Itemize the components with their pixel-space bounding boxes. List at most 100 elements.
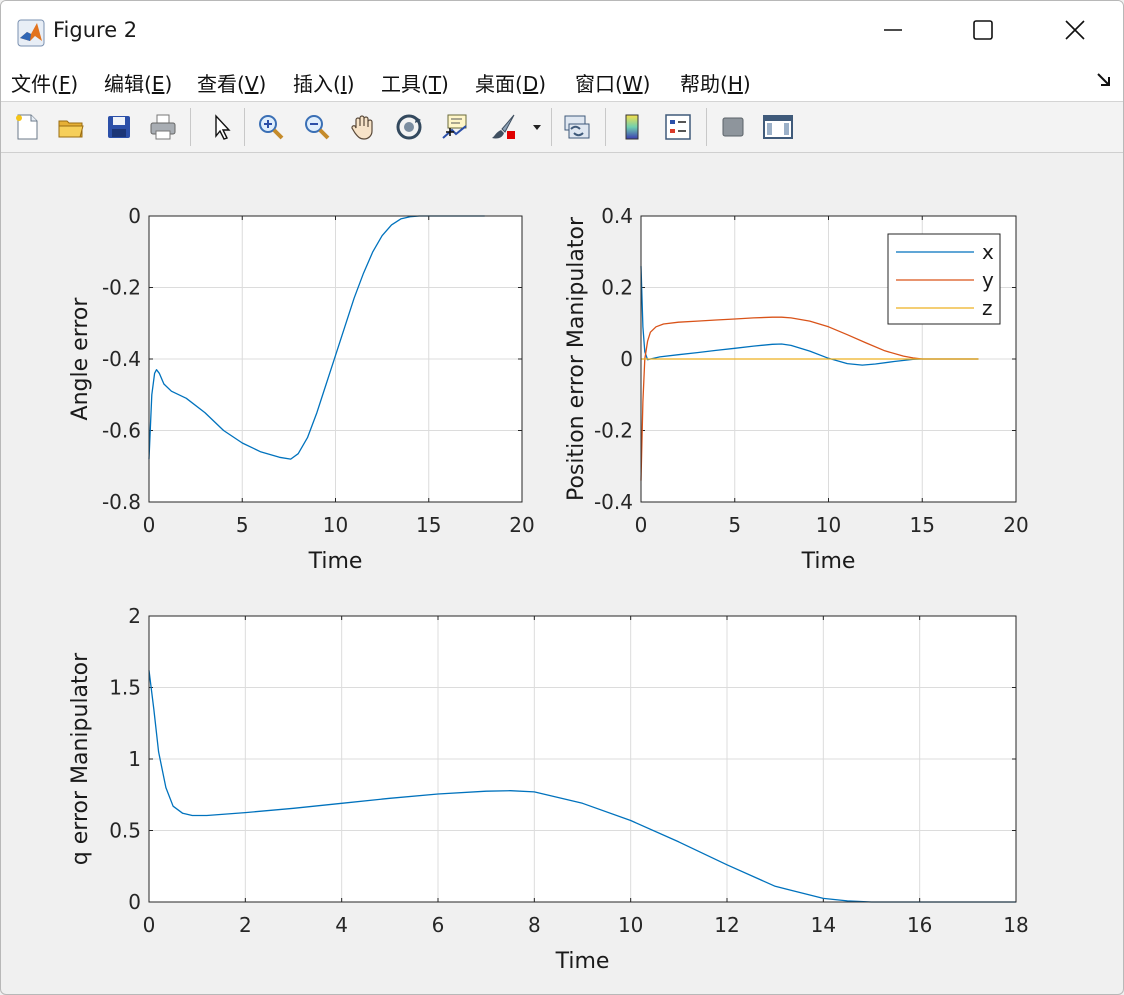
x-axis-label: Time	[801, 549, 856, 574]
menu-insert[interactable]: 插入(I)	[293, 66, 355, 99]
y-axis-label: q error Manipulator	[68, 652, 93, 865]
menu-edit[interactable]: 编辑(E)	[104, 66, 172, 99]
close-icon	[1065, 20, 1085, 40]
y-tick-label: 1	[128, 747, 141, 771]
show-plot-tools-button[interactable]	[760, 109, 796, 145]
hide-plot-tools-icon	[722, 117, 744, 137]
print-icon	[150, 114, 176, 140]
close-button[interactable]	[1029, 1, 1121, 59]
menu-desktop[interactable]: 桌面(D)	[475, 66, 546, 99]
y-tick-label: 0.4	[601, 204, 633, 228]
rotate-button[interactable]	[391, 109, 427, 145]
matlab-logo-icon	[17, 19, 45, 47]
legend-label-x: x	[982, 240, 994, 264]
y-tick-label: -0.6	[102, 419, 141, 443]
x-tick-label: 12	[714, 913, 739, 937]
x-tick-label: 5	[236, 513, 249, 537]
rotate-3d-icon	[396, 114, 422, 140]
edit-plot-button[interactable]	[203, 109, 239, 145]
menu-window[interactable]: 窗口(W)	[575, 66, 650, 99]
position-error-axes[interactable]: 0 5 10 15 20 0.4 0.2 0 -0.2 -0.4 Time Position erro…	[564, 204, 1029, 574]
x-tick-label: 14	[811, 913, 836, 937]
x-tick-label: 10	[816, 513, 841, 537]
menu-view[interactable]: 查看(V)	[197, 66, 266, 99]
zoom-out-button[interactable]	[299, 109, 335, 145]
menu-tools[interactable]: 工具(T)	[381, 66, 449, 99]
x-tick-label: 15	[416, 513, 441, 537]
toolbar-separator	[706, 108, 707, 146]
y-axis-label: Angle error	[68, 297, 93, 421]
x-tick-label: 0	[143, 913, 156, 937]
menu-mnemonic: I	[340, 72, 347, 96]
toolbar	[1, 102, 1123, 153]
x-tick-label: 0	[143, 513, 156, 537]
toolbar-separator	[244, 108, 245, 146]
legend-button[interactable]	[660, 109, 696, 145]
brush-button[interactable]	[485, 109, 521, 145]
y-axis-label: Position error Manipulator	[564, 216, 589, 501]
minimize-button[interactable]	[847, 1, 939, 59]
x-axis-label: Time	[555, 949, 610, 974]
menu-mnemonic: F	[58, 72, 71, 96]
link-plot-icon	[564, 115, 590, 139]
legend-label-z: z	[982, 296, 993, 320]
pan-button[interactable]	[345, 109, 381, 145]
minimize-icon	[884, 29, 902, 31]
toolbar-separator	[190, 108, 191, 146]
y-tick-label: 0.5	[109, 819, 141, 843]
x-tick-label: 10	[618, 913, 643, 937]
y-tick-label: -0.2	[102, 276, 141, 300]
pointer-icon	[215, 114, 231, 140]
colorbar-button[interactable]	[614, 109, 650, 145]
maximize-button[interactable]	[937, 1, 1029, 59]
legend[interactable]: xyz	[887, 233, 1001, 325]
save-button[interactable]	[101, 109, 137, 145]
x-tick-label: 10	[323, 513, 348, 537]
x-tick-label: 20	[509, 513, 534, 537]
new-file-button[interactable]	[9, 109, 45, 145]
x-tick-label: 16	[907, 913, 932, 937]
print-button[interactable]	[145, 109, 181, 145]
y-tick-label: -0.8	[102, 490, 141, 514]
x-tick-label: 2	[239, 913, 252, 937]
menu-mnemonic: E	[151, 72, 165, 96]
x-tick-label: 5	[728, 513, 741, 537]
y-tick-label: -0.2	[594, 419, 633, 443]
x-tick-label: 8	[528, 913, 541, 937]
zoom-in-button[interactable]	[253, 109, 289, 145]
open-button[interactable]	[53, 109, 89, 145]
data-cursor-button[interactable]	[437, 109, 473, 145]
save-icon	[108, 116, 130, 138]
x-tick-label: 4	[335, 913, 348, 937]
menu-mnemonic: V	[244, 72, 259, 96]
zoom-out-icon	[305, 115, 330, 140]
window-title: Figure 2	[53, 18, 138, 42]
y-tick-label: 0.2	[601, 276, 633, 300]
x-tick-label: 15	[910, 513, 935, 537]
angle-error-axes[interactable]: 0 5 10 15 20 0 -0.2 -0.4 -0.6 -0.8 Time Angle error	[68, 204, 535, 574]
hide-plot-tools-button[interactable]	[715, 109, 751, 145]
toolbar-separator	[605, 108, 606, 146]
legend-label-y: y	[982, 268, 994, 292]
y-tick-label: 2	[128, 604, 141, 628]
brush-dropdown[interactable]	[525, 109, 549, 145]
zoom-in-icon	[259, 115, 284, 140]
y-tick-label: -0.4	[594, 490, 633, 514]
q-error-axes[interactable]: 0 2 4 6 8 10 12 14 16 18 2 1.5 1 0.5 0 Time q error Mani…	[68, 604, 1029, 974]
dock-arrow-icon[interactable]	[1095, 71, 1113, 89]
x-tick-label: 18	[1003, 913, 1028, 937]
colorbar-icon	[625, 114, 639, 140]
legend-icon	[665, 114, 691, 140]
y-tick-label: 0	[128, 890, 141, 914]
menu-file[interactable]: 文件(F)	[11, 66, 78, 99]
show-plot-tools-icon	[763, 115, 793, 139]
menu-help[interactable]: 帮助(H)	[680, 66, 751, 99]
x-tick-label: 0	[635, 513, 648, 537]
title-bar[interactable]: Figure 2	[1, 1, 1123, 59]
y-tick-label: 1.5	[109, 676, 141, 700]
x-tick-label: 6	[432, 913, 445, 937]
menu-bar: 文件(F) 编辑(E) 查看(V) 插入(I) 工具(T) 桌面(D) 窗口(W…	[1, 59, 1123, 102]
toolbar-separator	[551, 108, 552, 146]
link-plot-button[interactable]	[559, 109, 595, 145]
x-axis-label: Time	[308, 549, 363, 574]
